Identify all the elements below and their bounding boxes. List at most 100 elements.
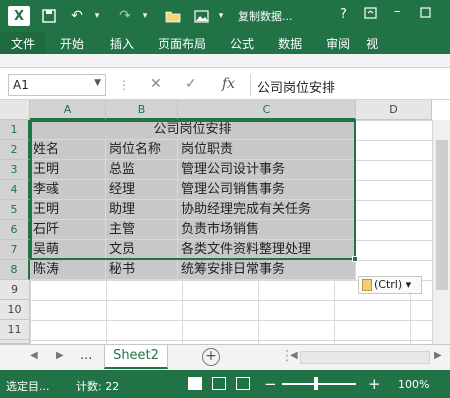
chevron-down-icon[interactable]: ▼ — [94, 78, 101, 88]
formula-bar-separator: ⋮ — [118, 78, 130, 92]
vertical-scrollbar[interactable] — [432, 120, 450, 344]
row-header-9[interactable]: 9 — [0, 280, 30, 300]
ribbon-tabs: 文件 开始 插入 页面布局 公式 数据 审阅 视 — [0, 32, 450, 54]
column-header-a[interactable]: A — [30, 100, 106, 120]
cell-b4[interactable]: 经理 — [106, 180, 178, 200]
paste-options-button[interactable]: (Ctrl) ▾ — [358, 276, 422, 294]
image-icon[interactable] — [192, 7, 210, 25]
cell-b5[interactable]: 助理 — [106, 200, 178, 220]
row-header-2[interactable]: 2 — [0, 140, 30, 160]
tab-insert[interactable]: 插入 — [98, 32, 146, 54]
formula-input[interactable]: 公司岗位安排 — [250, 74, 438, 96]
open-folder-icon[interactable] — [164, 7, 182, 25]
title-bar: X ↶ ▾ ↷ ▾ ▾ 复制数据... ? – — [0, 0, 450, 32]
redo-dropdown-icon[interactable]: ▾ — [136, 7, 154, 25]
page-layout-view-icon[interactable] — [212, 377, 226, 390]
title-cell-a1[interactable]: 公司岗位安排 — [30, 120, 356, 140]
normal-view-icon[interactable] — [188, 377, 202, 390]
vertical-scroll-thumb[interactable] — [436, 140, 448, 290]
minimize-icon[interactable]: – — [394, 4, 401, 19]
cell-c3[interactable]: 管理公司设计事务 — [178, 160, 356, 180]
name-box-value: A1 — [13, 78, 29, 92]
undo-icon[interactable]: ↶ — [68, 7, 86, 25]
ribbon-collapsed-body — [0, 54, 450, 68]
cell-b6[interactable]: 主管 — [106, 220, 178, 240]
row-header-1[interactable]: 1 — [0, 120, 30, 140]
tab-file[interactable]: 文件 — [0, 32, 46, 54]
column-header-c[interactable]: C — [178, 100, 356, 120]
row-header-7[interactable]: 7 — [0, 240, 30, 260]
cell-c5[interactable]: 协助经理完成有关任务 — [178, 200, 356, 220]
cell-b2[interactable]: 岗位名称 — [106, 140, 178, 160]
insert-function-icon[interactable]: fx — [222, 76, 235, 92]
cell-a7[interactable]: 吴萌 — [30, 240, 106, 260]
tab-page-layout[interactable]: 页面布局 — [146, 32, 218, 54]
cell-b8[interactable]: 秘书 — [106, 260, 178, 280]
restore-icon[interactable] — [420, 7, 431, 22]
row-header-11[interactable]: 11 — [0, 320, 30, 340]
undo-dropdown-icon[interactable]: ▾ — [88, 7, 106, 25]
redo-icon[interactable]: ↷ — [116, 7, 134, 25]
row-header-6[interactable]: 6 — [0, 220, 30, 240]
cell-a4[interactable]: 李彧 — [30, 180, 106, 200]
tab-view[interactable]: 视 — [362, 32, 382, 54]
column-header-b[interactable]: B — [106, 100, 178, 120]
scroll-left-icon[interactable]: ◀ — [30, 350, 38, 361]
tab-formulas[interactable]: 公式 — [218, 32, 266, 54]
ribbon-display-icon[interactable] — [364, 7, 377, 23]
clipboard-icon — [362, 279, 372, 291]
cell-c4[interactable]: 管理公司销售事务 — [178, 180, 356, 200]
name-box[interactable]: A1 ▼ — [8, 74, 106, 96]
column-header-d[interactable]: D — [356, 100, 432, 120]
zoom-in-button[interactable]: + — [368, 375, 381, 393]
select-all-corner[interactable] — [0, 100, 30, 120]
formula-bar: A1 ▼ ⋮ ✕ ✓ fx 公司岗位安排 — [0, 68, 450, 100]
paste-options-label: (Ctrl) — [374, 278, 403, 291]
hscroll-right-icon[interactable]: ▶ — [434, 350, 442, 361]
tab-data[interactable]: 数据 — [266, 32, 314, 54]
chevron-down-icon: ▾ — [405, 278, 412, 291]
hscroll-left-icon[interactable]: ◀ — [290, 350, 298, 361]
cell-b7[interactable]: 文员 — [106, 240, 178, 260]
save-icon[interactable] — [40, 7, 58, 25]
status-count: 计数: 22 — [76, 380, 120, 393]
cell-c7[interactable]: 各类文件资料整理处理 — [178, 240, 356, 260]
fill-handle[interactable] — [352, 256, 358, 262]
cell-c2[interactable]: 岗位职责 — [178, 140, 356, 160]
cell-a3[interactable]: 王明 — [30, 160, 106, 180]
status-mode: 选定目... — [6, 380, 50, 393]
help-button[interactable]: ? — [340, 7, 347, 22]
add-sheet-icon[interactable]: + — [202, 348, 220, 366]
cell-a6[interactable]: 石阡 — [30, 220, 106, 240]
cell-c8[interactable]: 统筹安排日常事务 — [178, 260, 356, 280]
horizontal-scrollbar[interactable] — [300, 351, 430, 364]
document-title: 复制数据... — [238, 10, 293, 23]
tab-home[interactable]: 开始 — [46, 32, 98, 54]
row-header-4[interactable]: 4 — [0, 180, 30, 200]
row-header-10[interactable]: 10 — [0, 300, 30, 320]
cell-b3[interactable]: 总监 — [106, 160, 178, 180]
scroll-right-icon[interactable]: ▶ — [56, 350, 64, 361]
more-sheets-button[interactable]: ... — [80, 348, 92, 363]
page-break-view-icon[interactable] — [236, 377, 250, 390]
cell-a2[interactable]: 姓名 — [30, 140, 106, 160]
row-header-5[interactable]: 5 — [0, 200, 30, 220]
zoom-slider[interactable] — [282, 383, 356, 385]
enter-icon[interactable]: ✓ — [185, 76, 197, 92]
zoom-slider-knob[interactable] — [314, 377, 318, 390]
sheet-tab-sheet2[interactable]: Sheet2 — [104, 345, 168, 369]
row-header-8[interactable]: 8 — [0, 260, 30, 280]
sheet-tabs-bar: ◀ ▶ ... Sheet2 + ⋮ ◀ ▶ — [0, 344, 450, 370]
column-d-cells[interactable] — [356, 120, 432, 280]
cell-a5[interactable]: 王明 — [30, 200, 106, 220]
cell-c6[interactable]: 负责市场销售 — [178, 220, 356, 240]
row-header-3[interactable]: 3 — [0, 160, 30, 180]
cell-a8[interactable]: 陈涛 — [30, 260, 106, 280]
zoom-out-button[interactable]: − — [264, 375, 277, 393]
cancel-icon[interactable]: ✕ — [150, 76, 162, 92]
status-bar: 选定目... 计数: 22 − + 100% — [0, 370, 450, 398]
zoom-level[interactable]: 100% — [398, 378, 429, 391]
tab-review[interactable]: 审阅 — [314, 32, 362, 54]
worksheet-grid[interactable]: A B C D 1 2 3 4 5 6 7 8 9 10 11 12 公司岗位安… — [0, 100, 450, 356]
customize-dropdown-icon[interactable]: ▾ — [212, 7, 230, 25]
